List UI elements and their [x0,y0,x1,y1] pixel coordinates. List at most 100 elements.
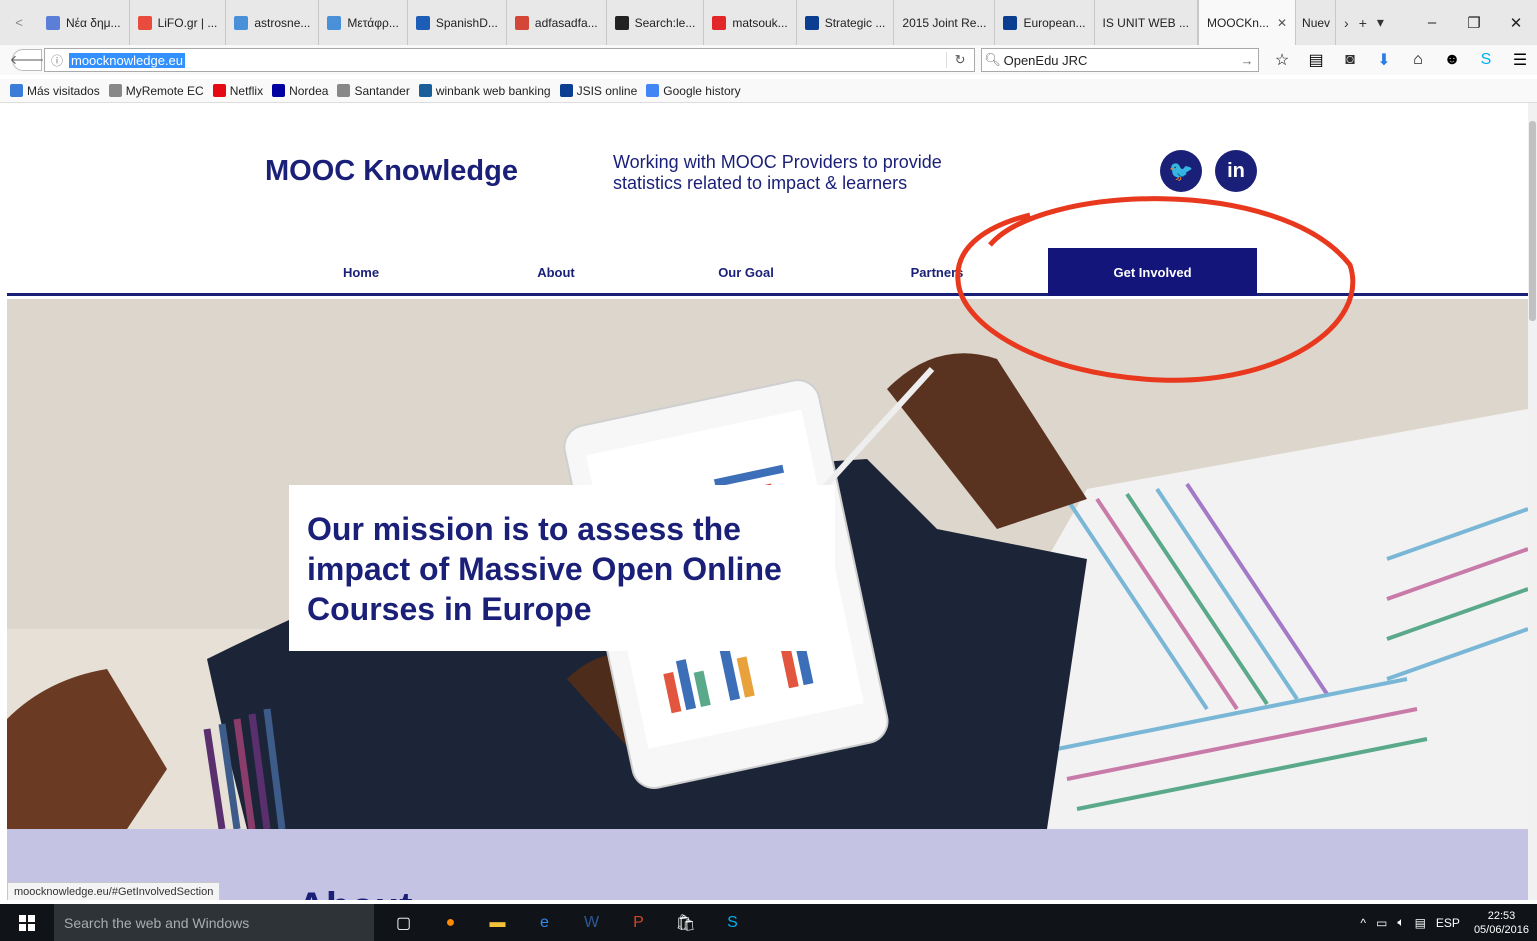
pocket-icon[interactable]: ◙ [1333,51,1367,69]
tab-favicon-icon [804,15,819,30]
browser-tab[interactable]: European... [995,0,1095,45]
tab-label: European... [1023,15,1086,30]
tab-favicon-icon [234,15,249,30]
network-icon[interactable]: ▭ [1376,916,1387,930]
tab-label: astrosne... [254,15,311,30]
downloads-icon[interactable]: ⬇ [1367,50,1401,70]
search-bar[interactable]: 🔍︎ OpenEdu JRC → [980,48,1259,72]
browser-tab[interactable]: Μετάφρ... [319,0,408,45]
menu-icon[interactable]: ☰ [1503,50,1537,70]
page-scrollbar[interactable] [1528,103,1537,900]
bookmark-favicon-icon [212,84,226,97]
skype-icon[interactable]: S [1469,51,1503,69]
tab-label: Νέα δημ... [66,15,121,30]
browser-tab[interactable]: IS UNIT WEB ... [1095,0,1198,45]
skype-taskbar-icon[interactable]: S [709,904,756,941]
scrollbar-thumb[interactable] [1529,121,1536,321]
browser-tab[interactable]: LiFO.gr | ... [130,0,227,45]
browser-tab[interactable]: astrosne... [226,0,320,45]
tab-label: 2015 Joint Re... [902,15,987,30]
volume-icon[interactable]: 🔈︎ [1397,915,1404,930]
tab-scroll-right-icon[interactable]: › [1344,15,1349,31]
bookmark-item[interactable]: Nordea [272,84,328,98]
reload-icon[interactable]: ↻ [945,52,974,68]
store-icon[interactable]: 🛍︎ [662,904,709,941]
tab-next[interactable]: Nuev [1296,0,1337,45]
firefox-icon[interactable]: ● [427,904,474,941]
browser-tab[interactable]: matsouk... [704,0,797,45]
close-window-icon[interactable]: ✕ [1495,14,1537,32]
tab-label: LiFO.gr | ... [157,15,218,30]
restore-icon[interactable]: ❐ [1453,14,1495,32]
tab-favicon-icon [1003,15,1018,30]
tray-chevron-icon[interactable]: ^ [1360,916,1366,930]
home-icon[interactable]: ⌂ [1401,51,1435,69]
edge-icon[interactable]: e [521,904,568,941]
linkedin-icon[interactable]: in [1215,150,1257,192]
site-info-icon[interactable]: ⓘ [45,52,69,69]
search-icon: 🔍︎ [984,52,1001,67]
active-tab-label: MOOCKn... [1206,15,1269,30]
bookmark-favicon-icon [418,84,432,97]
tab-favicon-icon [137,15,152,30]
bookmark-item[interactable]: Santander [337,83,410,98]
browser-tab[interactable]: Search:le... [607,0,705,45]
bookmark-item[interactable]: Más visitados [10,84,100,98]
browser-tab[interactable]: 2015 Joint Re... [894,0,996,45]
tab-label: IS UNIT WEB ... [1102,15,1189,30]
tab-label: matsouk... [732,15,788,30]
nav-get-involved[interactable]: Get Involved [1048,248,1257,296]
browser-tab[interactable]: Strategic ... [797,0,895,45]
tab-favicon-icon [614,15,629,30]
bookmark-label: Nordea [289,83,329,98]
nav-our-goal[interactable]: Our Goal [646,248,846,296]
chat-icon[interactable]: ☻ [1435,51,1469,69]
tab-active[interactable]: MOOCKn... ✕ [1197,0,1297,45]
bookmark-label: winbank web banking [435,83,551,98]
start-button[interactable] [0,904,54,941]
search-go-icon[interactable]: → [1236,53,1258,68]
minimize-icon[interactable]: – [1411,14,1453,31]
close-tab-icon[interactable]: ✕ [1277,16,1287,30]
bookmark-item[interactable]: JSIS online [559,84,637,98]
address-bar[interactable]: ⓘ moocknowledge.eu ↻ [44,48,975,72]
hero-banner: Our mission is to assess the impact of M… [7,299,1528,829]
powerpoint-icon[interactable]: P [615,904,662,941]
bookmark-item[interactable]: Netflix [212,84,263,98]
twitter-icon[interactable]: 🐦 [1160,150,1202,192]
back-button[interactable]: 🡐 [10,49,44,71]
bookmark-label: Google history [663,83,741,98]
bookmark-item[interactable]: winbank web banking [418,83,551,98]
nav-about[interactable]: About [456,248,656,296]
bookmark-favicon-icon [272,84,286,97]
site-logo[interactable]: MOOC Knowledge [265,155,518,188]
bookmark-label: Más visitados [27,83,100,98]
browser-tab[interactable]: SpanishD... [408,0,507,45]
tab-favicon-icon [327,15,342,30]
bookmark-favicon-icon [646,84,660,97]
nav-home[interactable]: Home [261,248,461,296]
browser-tab[interactable]: Νέα δημ... [38,0,130,45]
task-view-icon[interactable]: ▢ [380,904,427,941]
nav-partners[interactable]: Partners [837,248,1037,296]
reading-list-icon[interactable]: ▤ [1299,50,1333,70]
browser-tab[interactable]: adfasadfa... [507,0,607,45]
word-icon[interactable]: W [568,904,615,941]
language-indicator[interactable]: ESP [1436,916,1460,930]
bookmark-label: Santander [354,83,410,98]
bookmark-item[interactable]: Google history [646,83,741,98]
clock[interactable]: 22:53 05/06/2016 [1474,909,1529,937]
tab-list-dropdown-icon[interactable]: ▾ [1377,14,1384,31]
browser-tab-strip: < Νέα δημ... LiFO.gr | ... astrosne... Μετά… [0,0,1537,45]
tab-scroll-left-icon[interactable]: < [0,15,38,30]
bookmark-star-icon[interactable]: ☆ [1265,50,1299,70]
site-tagline: Working with MOOC Providers to provide s… [613,152,942,193]
bookmark-item[interactable]: MyRemote EC [108,84,204,98]
new-tab-icon[interactable]: + [1359,15,1367,31]
tab-favicon-icon [712,15,727,30]
file-explorer-icon[interactable]: ▬ [474,904,521,941]
action-center-icon[interactable]: ▤ [1415,916,1426,930]
status-link-preview: moocknowledge.eu/#GetInvolvedSection [7,882,221,900]
taskbar-search-box[interactable]: Search the web and Windows [54,904,374,941]
windows-logo-icon [19,914,35,931]
